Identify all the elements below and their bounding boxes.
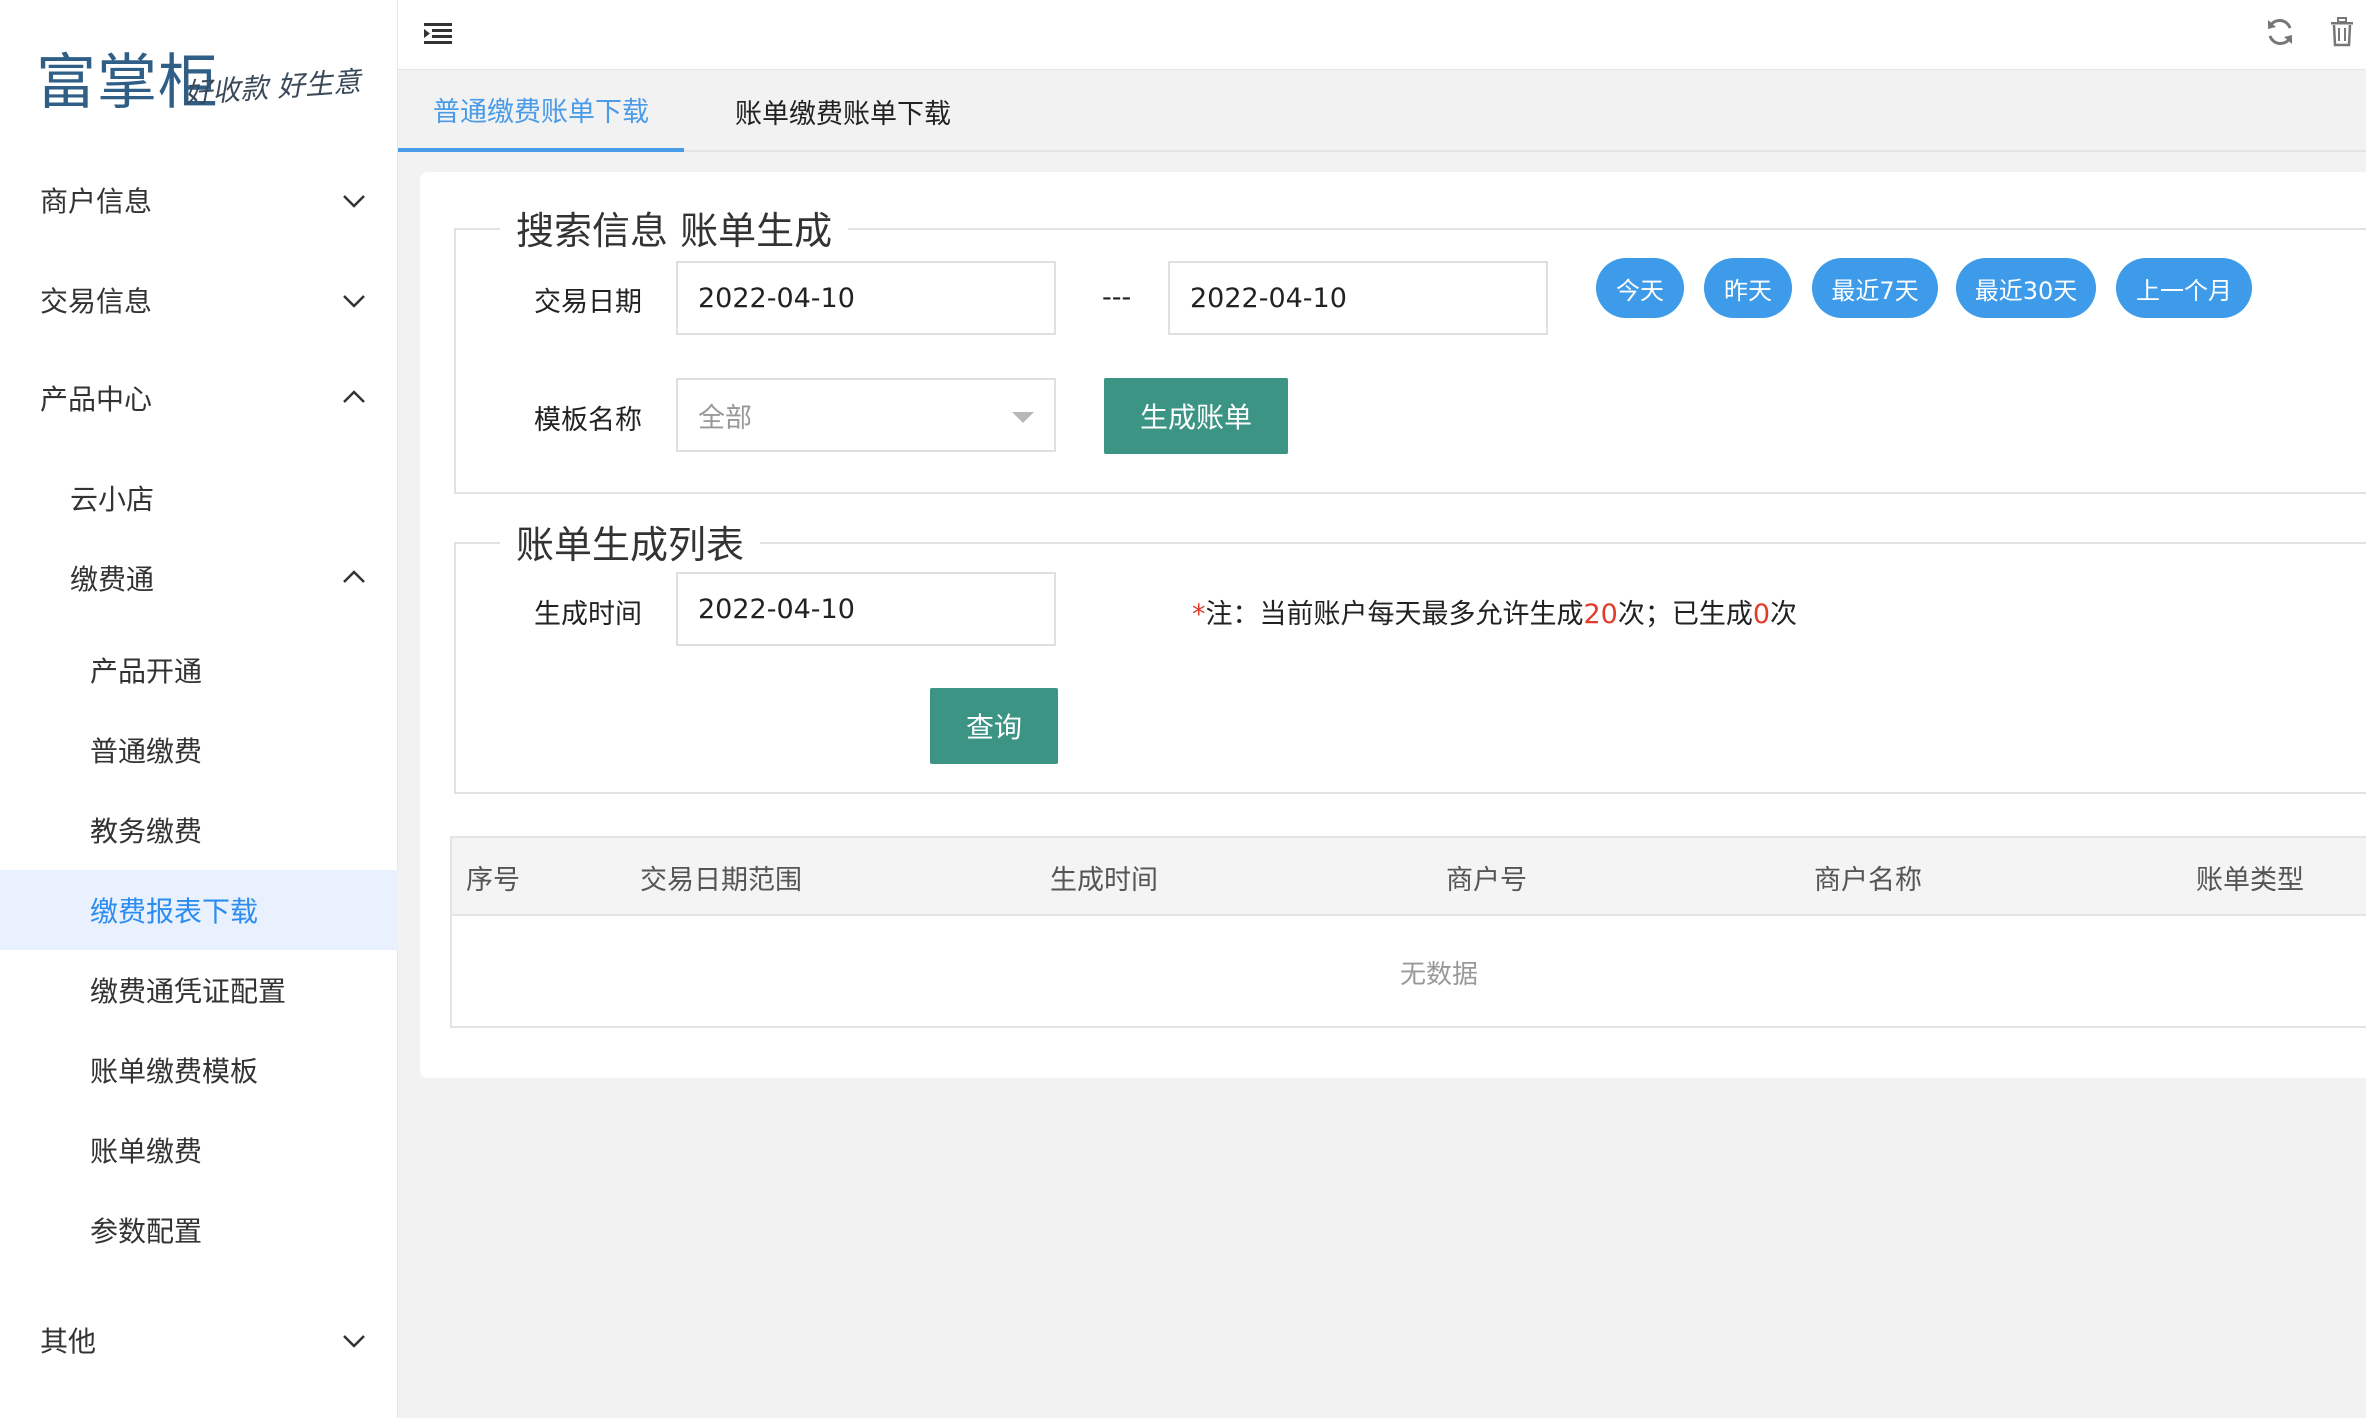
sidebar-item-academic-payment[interactable]: 教务缴费 [0,798,398,862]
sidebar-item-label: 缴费通 [70,563,155,596]
generate-bill-button[interactable]: 生成账单 [1104,378,1288,454]
refresh-icon[interactable] [2262,14,2298,50]
tab-bar: 普通缴费账单下载 账单缴费账单下载 [398,70,2366,152]
list-legend: 账单生成列表 [500,514,761,569]
note-suffix: 次 [1770,599,1798,630]
sidebar-item-cloud-store[interactable]: 云小店 [0,466,398,530]
sidebar-item-label: 教务缴费 [90,815,203,848]
caret-down-icon [1012,412,1034,423]
date-start-input[interactable]: 2022-04-10 [676,261,1056,335]
today-button[interactable]: 今天 [1596,258,1684,318]
query-button[interactable]: 查询 [930,688,1058,764]
sidebar-item-trade-info[interactable]: 交易信息 [0,268,398,332]
date-end-input[interactable]: 2022-04-10 [1168,261,1548,335]
sidebar-item-payment-report-download[interactable]: 缴费报表下载 [0,870,398,950]
tab-bill-payment-download[interactable]: 账单缴费账单下载 [700,70,986,152]
column-header-date-range: 交易日期范围 [640,864,802,896]
last-month-button[interactable]: 上一个月 [2116,258,2252,318]
bill-table: 序号 交易日期范围 生成时间 商户号 商户名称 账单类型 无数据 [450,836,2366,1028]
last-7-days-button[interactable]: 最近7天 [1812,258,1938,318]
column-header-bill-type: 账单类型 [2196,864,2304,896]
sidebar-item-label: 参数配置 [90,1215,203,1248]
sidebar-item-bill-template[interactable]: 账单缴费模板 [0,1038,398,1102]
chevron-down-icon [343,195,365,208]
sidebar-item-label: 账单缴费模板 [90,1055,259,1088]
sidebar-item-label: 普通缴费 [90,735,203,768]
sidebar-item-voucher-config[interactable]: 缴费通凭证配置 [0,958,398,1022]
menu-fold-icon[interactable] [420,16,456,52]
sidebar-item-label: 缴费通凭证配置 [90,975,287,1008]
date-separator: --- [1102,282,1132,313]
template-select[interactable]: 全部 [676,378,1056,452]
last-30-days-button[interactable]: 最近30天 [1956,258,2096,318]
note-prefix: 注：当前账户每天最多允许生成 [1205,599,1584,630]
column-header-index: 序号 [466,864,520,896]
template-name-label: 模板名称 [534,405,642,436]
sidebar-item-product-center[interactable]: 产品中心 [0,366,398,430]
sidebar-item-label: 云小店 [70,483,155,516]
search-legend: 搜索信息 账单生成 [500,200,849,255]
trade-date-label: 交易日期 [534,287,642,318]
note-star: * [1192,599,1206,630]
sidebar: 富掌柜 好收款 好生意 商户信息 交易信息 产品中心 云小店 缴费通 产品开通 … [0,0,398,1418]
sidebar-item-label: 交易信息 [40,285,153,318]
yesterday-button[interactable]: 昨天 [1704,258,1792,318]
sidebar-item-label: 其他 [40,1325,97,1358]
table-header: 序号 交易日期范围 生成时间 商户号 商户名称 账单类型 [452,838,2366,916]
note-done-count: 0 [1752,599,1771,630]
sidebar-item-merchant-info[interactable]: 商户信息 [0,168,398,232]
sidebar-item-others[interactable]: 其他 [0,1308,398,1372]
sidebar-item-product-activation[interactable]: 产品开通 [0,638,398,702]
empty-text: 无数据 [1399,959,1478,990]
template-select-value: 全部 [698,402,752,434]
sidebar-item-label: 缴费报表下载 [90,895,259,928]
chevron-down-icon [343,1335,365,1348]
sidebar-item-label: 产品中心 [40,383,153,416]
sidebar-item-bill-payment[interactable]: 账单缴费 [0,1118,398,1182]
sidebar-item-payment-pass[interactable]: 缴费通 [0,546,398,610]
chevron-up-icon [343,570,365,583]
sidebar-item-label: 商户信息 [40,185,153,218]
brand-logo: 富掌柜 好收款 好生意 [36,28,366,118]
trash-icon[interactable] [2324,14,2360,50]
chevron-down-icon [343,295,365,308]
tab-normal-bill-download[interactable]: 普通缴费账单下载 [398,70,684,152]
sidebar-item-param-config[interactable]: 参数配置 [0,1198,398,1262]
column-header-merchant-no: 商户号 [1446,864,1527,896]
note-middle: 次；已生成 [1617,599,1753,630]
column-header-merchant-name: 商户名称 [1814,864,1922,896]
chevron-up-icon [343,390,365,403]
sidebar-item-label: 账单缴费 [90,1135,203,1168]
note-max-count: 20 [1583,599,1618,630]
gen-time-input[interactable]: 2022-04-10 [676,572,1056,646]
gen-time-label: 生成时间 [534,599,642,630]
sidebar-item-normal-payment[interactable]: 普通缴费 [0,718,398,782]
table-empty-state: 无数据 [452,916,2366,1028]
top-bar [398,0,2366,70]
generation-limit-note: *注：当前账户每天最多允许生成20次；已生成0次 [1192,592,1797,631]
column-header-gen-time: 生成时间 [1050,864,1158,896]
sidebar-item-label: 产品开通 [90,655,203,688]
